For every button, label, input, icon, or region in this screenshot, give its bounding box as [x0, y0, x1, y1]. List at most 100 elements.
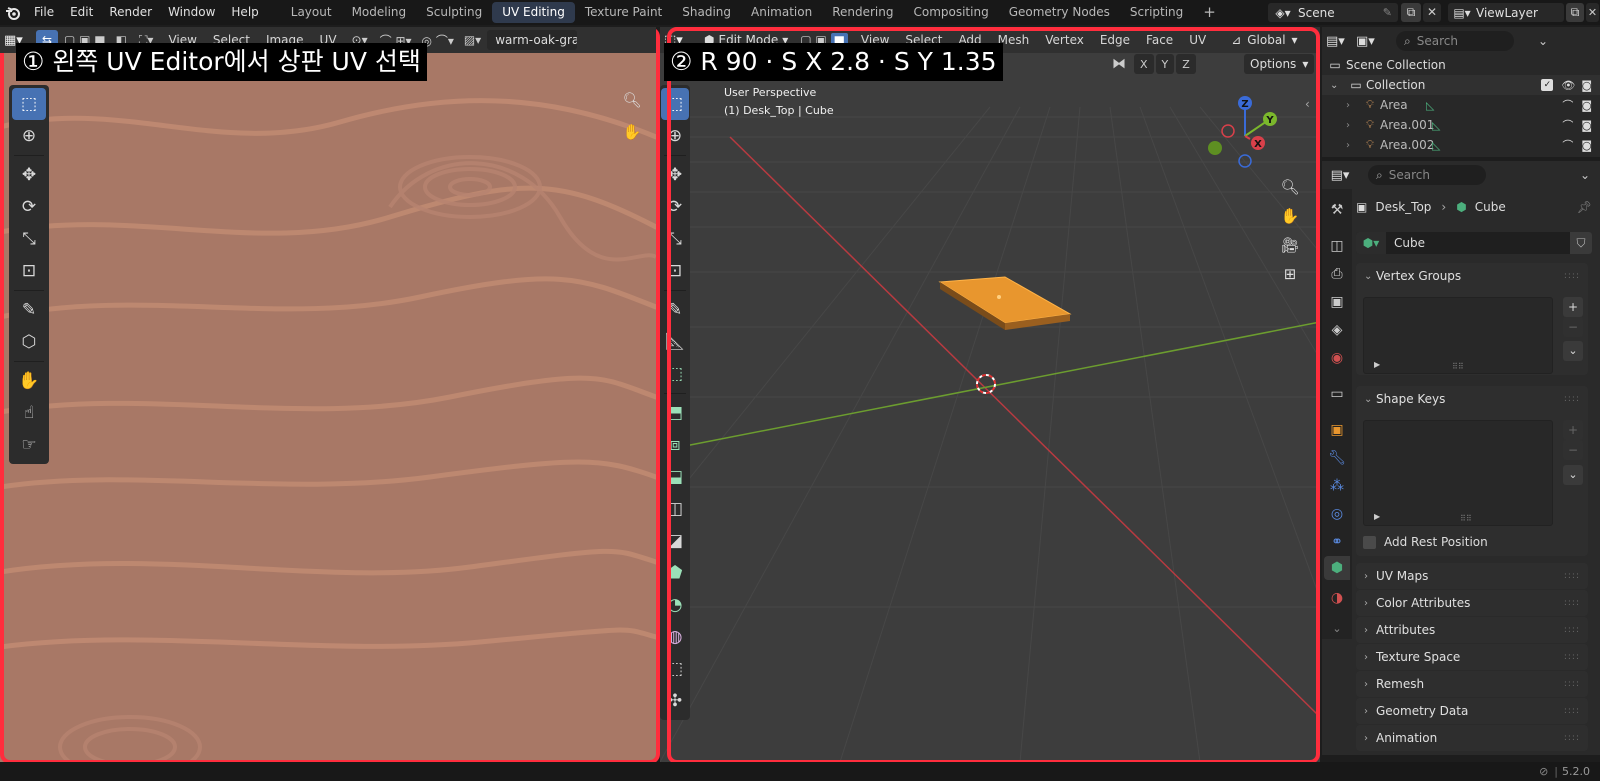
edge-slide-tool-icon[interactable]: ⬚ [661, 653, 689, 685]
scale-tool-icon[interactable]: ⤡ [12, 223, 46, 255]
annotate-tool-icon[interactable]: ✎ [12, 294, 46, 326]
drag-handle-icon[interactable]: :::: [1564, 394, 1580, 404]
scene-tab-icon[interactable]: ◈ [1324, 318, 1350, 342]
outliner-search[interactable]: ⌕ Search [1396, 31, 1514, 51]
camera-render-icon[interactable]: ◙ [1581, 139, 1592, 152]
tab-rendering[interactable]: Rendering [822, 2, 903, 23]
menu-render[interactable]: Render [101, 0, 160, 25]
grab-tool-icon[interactable]: ✋ [12, 365, 46, 397]
transform-orientation-selector[interactable]: ⊿ Global ▾ [1225, 33, 1303, 47]
relax-tool-icon[interactable]: ☝ [12, 397, 46, 429]
eye-icon[interactable]: ⌒ [1562, 137, 1573, 153]
poly-build-tool-icon[interactable]: ⬟ [661, 557, 689, 589]
drag-handle-icon[interactable]: :::: [1564, 733, 1580, 743]
pan-hand-icon[interactable]: ✋ [619, 119, 645, 145]
drag-handle-icon[interactable]: :::: [1564, 706, 1580, 716]
physics-tab-icon[interactable]: ◎ [1324, 502, 1350, 526]
new-scene-button[interactable]: ⧉ [1401, 3, 1421, 22]
loop-cut-tool-icon[interactable]: ◫ [661, 493, 689, 525]
mirror-z-toggle[interactable]: Z [1176, 54, 1196, 74]
menu-file[interactable]: File [26, 0, 62, 25]
attributes-panel[interactable]: › Attributes:::: [1356, 617, 1588, 643]
drag-handle-icon[interactable]: :::: [1564, 652, 1580, 662]
collection-tab-icon[interactable]: ▭ [1324, 382, 1350, 406]
tab-layout[interactable]: Layout [281, 2, 342, 23]
mesh-data-selector[interactable]: ⬢▾ Cube ⛉ [1356, 232, 1592, 254]
fake-user-shield-icon[interactable]: ⛉ [1570, 232, 1592, 254]
zoom-icon[interactable]: 🔍︎ [1277, 174, 1303, 200]
tab-texture-paint[interactable]: Texture Paint [575, 2, 672, 23]
tab-compositing[interactable]: Compositing [903, 2, 998, 23]
remesh-panel[interactable]: › Remesh:::: [1356, 671, 1588, 697]
eye-icon[interactable]: 👁︎ [1561, 79, 1575, 92]
drag-handle-icon[interactable]: :::: [1564, 598, 1580, 608]
vp-menu-uv[interactable]: UV [1182, 27, 1213, 53]
vp-menu-face[interactable]: Face [1139, 27, 1180, 53]
tab-sculpting[interactable]: Sculpting [416, 2, 492, 23]
sidebar-toggle-icon[interactable]: ‹ [1305, 97, 1310, 111]
cursor-tool-icon[interactable]: ⊕ [12, 120, 46, 152]
collection-row[interactable]: ⌄ ▭ Collection ✓ 👁︎ ◙ [1322, 75, 1600, 95]
image-name-field[interactable]: warm-oak-gra [487, 30, 578, 50]
tab-uv-editing[interactable]: UV Editing [492, 2, 575, 23]
move-tool-icon[interactable]: ✥ [12, 159, 46, 191]
outliner-item-area[interactable]: › 💡︎ Area ◺ ⌒ ◙ [1322, 95, 1600, 115]
add-cube-tool-icon[interactable]: ⬚ [661, 358, 689, 390]
navigation-gizmo[interactable]: Z Y X [1200, 91, 1290, 181]
texture-space-panel[interactable]: › Texture Space:::: [1356, 644, 1588, 670]
output-tab-icon[interactable]: ⎙ [1324, 262, 1350, 286]
add-shape-key-button[interactable]: + [1563, 420, 1583, 440]
vertex-groups-header[interactable]: ⌄ Vertex Groups :::: [1356, 263, 1588, 289]
remove-vertex-group-button[interactable]: − [1563, 317, 1583, 337]
eye-icon[interactable]: ⌒ [1562, 117, 1573, 133]
tool-tab-icon[interactable]: ⚒ [1324, 198, 1350, 222]
select-box-tool-icon[interactable]: ⬚ [661, 88, 689, 120]
constraints-tab-icon[interactable]: ⚭ [1324, 530, 1350, 554]
properties-search[interactable]: ⌕ Search [1368, 165, 1486, 185]
tab-geometry-nodes[interactable]: Geometry Nodes [999, 2, 1120, 23]
mirror-y-toggle[interactable]: Y [1155, 54, 1175, 74]
drag-handle-icon[interactable]: :::: [1564, 625, 1580, 635]
filter-icon[interactable]: ⌄ [1538, 34, 1548, 48]
chevron-right-icon[interactable]: › [1346, 100, 1360, 111]
remove-shape-key-button[interactable]: − [1563, 440, 1583, 460]
vp-menu-vertex[interactable]: Vertex [1038, 27, 1091, 53]
outliner-item-area-002[interactable]: › 💡︎ Area.002 ◺ ⌒ ◙ [1322, 135, 1600, 155]
pan-hand-icon[interactable]: ✋ [1277, 203, 1303, 229]
drag-handle-icon[interactable]: :::: [1564, 271, 1580, 281]
expand-triangle-icon[interactable]: ▶ [1374, 360, 1380, 369]
view-layer-selector[interactable]: ▤▾ ViewLayer [1448, 3, 1564, 22]
shape-keys-header[interactable]: ⌄ Shape Keys :::: [1356, 386, 1588, 412]
drag-handle-icon[interactable]: :::: [1564, 571, 1580, 581]
zoom-icon[interactable]: 🔍︎ [619, 87, 645, 113]
particles-tab-icon[interactable]: ⁂ [1324, 474, 1350, 498]
measure-tool-icon[interactable]: 📐︎ [661, 326, 689, 358]
annotate-tool-icon[interactable]: ✎ [661, 294, 689, 326]
pinch-tool-icon[interactable]: ☞ [12, 429, 46, 461]
geometry-data-panel[interactable]: › Geometry Data:::: [1356, 698, 1588, 724]
image-browse-icon[interactable]: ▨▾ [460, 33, 485, 47]
options-dropdown[interactable]: Options ▾ [1244, 54, 1315, 74]
scene-selector[interactable]: ◈▾ Scene ✎ [1268, 3, 1398, 22]
mesh-data-tab-icon[interactable]: ⬢ [1324, 556, 1350, 580]
inset-tool-icon[interactable]: ⧈ [661, 429, 689, 461]
camera-render-icon[interactable]: ◙ [1581, 119, 1592, 132]
pin-icon[interactable]: 📌︎ [1577, 200, 1592, 214]
shrink-tool-icon[interactable]: ✣ [661, 685, 689, 717]
add-rest-position-checkbox[interactable] [1363, 535, 1376, 549]
drag-handle-icon[interactable]: :::: [1564, 679, 1580, 689]
scale-tool-icon[interactable]: ⤡ [661, 223, 689, 255]
pin-icon[interactable]: ✎ [1383, 6, 1392, 19]
display-mode-icon[interactable]: ▣▾ [1356, 34, 1386, 49]
smooth-tool-icon[interactable]: ◍ [661, 621, 689, 653]
resize-grip-icon[interactable]: ⠿⠿ [1460, 514, 1472, 523]
menu-help[interactable]: Help [223, 0, 266, 25]
color-attributes-panel[interactable]: › Color Attributes:::: [1356, 590, 1588, 616]
select-box-tool-icon[interactable]: ⬚ [12, 88, 46, 120]
menu-window[interactable]: Window [160, 0, 223, 25]
material-tab-icon[interactable]: ◑ [1324, 586, 1350, 610]
uv-maps-panel[interactable]: › UV Maps:::: [1356, 563, 1588, 589]
rotate-tool-icon[interactable]: ⟳ [661, 191, 689, 223]
rip-tool-icon[interactable]: ⬡ [12, 326, 46, 358]
vertex-group-menu-button[interactable]: ⌄ [1563, 341, 1583, 361]
